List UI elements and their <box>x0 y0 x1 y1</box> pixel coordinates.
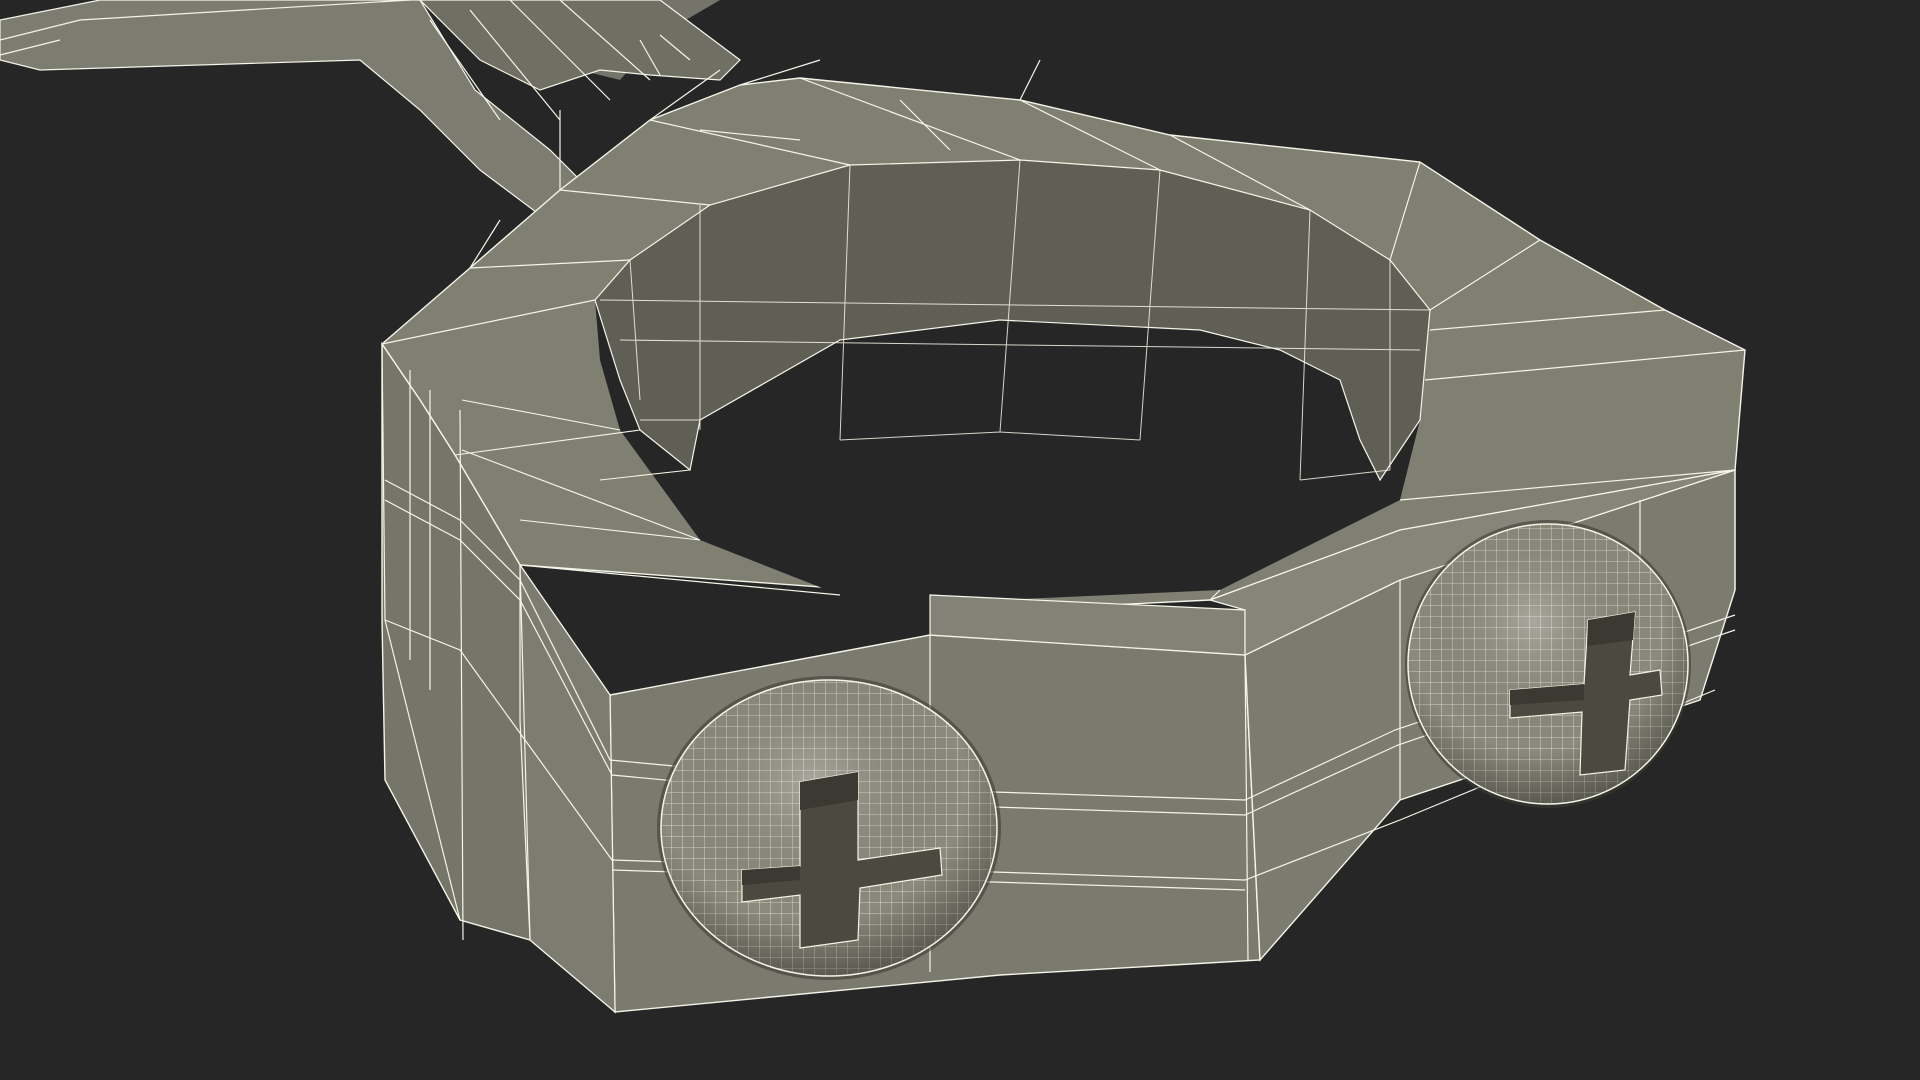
bolt-head-left <box>657 676 1001 980</box>
3d-viewport[interactable] <box>0 0 1920 1080</box>
bolt-head-right <box>1405 520 1691 808</box>
wireframe-render <box>0 0 1746 1014</box>
